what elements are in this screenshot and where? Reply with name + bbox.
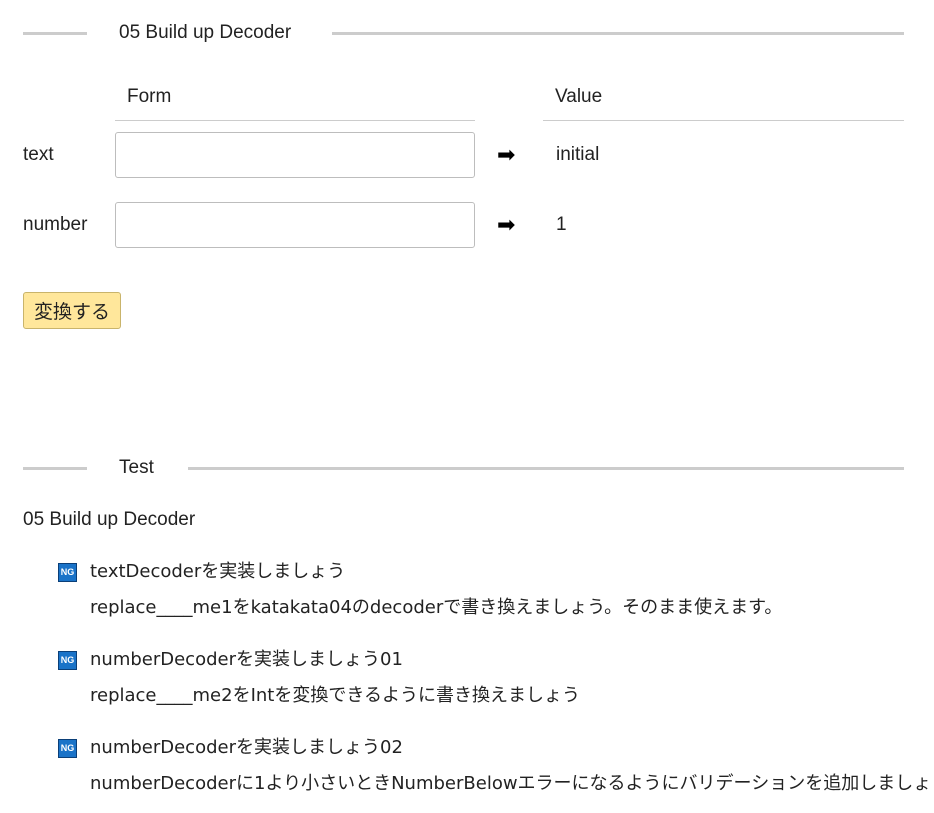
form-column-label: Form [127,86,172,107]
test-description: replace____me1をkatakata04のdecoderで書き換えまし… [90,597,783,618]
decoder-section-title: 05 Build up Decoder [119,22,292,43]
test-name: textDecoderを実装しましょう [90,561,346,582]
convert-button[interactable]: 変換する [23,292,121,329]
test-name: numberDecoderを実装しましょう02 [90,737,403,758]
number-input[interactable] [115,202,475,248]
form-column-header: Form [115,84,475,121]
header-rule-right [188,467,904,470]
decoder-section-header: 05 Build up Decoder [23,18,904,48]
header-rule-right [332,32,904,35]
test-section-header: Test [23,453,904,483]
test-suite-title: 05 Build up Decoder [23,509,196,530]
text-row-label: text [23,144,54,165]
right-arrow-icon: ➡ [497,142,516,167]
value-column-label: Value [555,86,603,107]
header-rule-left [23,467,87,470]
value-column-header: Value [543,84,904,121]
test-name: numberDecoderを実装しましょう01 [90,649,403,670]
header-rule-left [23,32,87,35]
ng-status-icon: NG [58,651,77,670]
number-decoded-value: 1 [556,214,567,235]
test-description: numberDecoderに1より小さいときNumberBelowエラーになるよ… [90,773,934,794]
ng-status-icon: NG [58,739,77,758]
text-input[interactable] [115,132,475,178]
number-row-label: number [23,214,88,235]
test-description: replace____me2をIntを変換できるように書き換えましょう [90,685,580,706]
text-decoded-value: initial [556,144,600,165]
right-arrow-icon: ➡ [497,212,516,237]
test-section-title: Test [119,457,154,478]
ng-status-icon: NG [58,563,77,582]
